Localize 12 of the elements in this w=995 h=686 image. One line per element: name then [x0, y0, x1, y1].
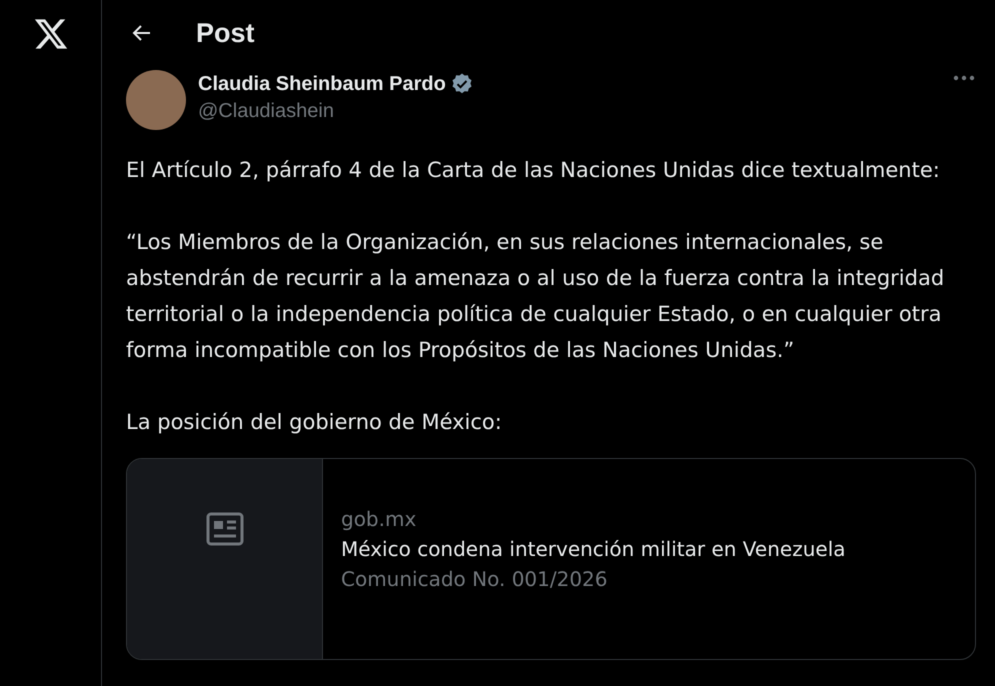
post-paragraph: La posición del gobierno de México: [126, 409, 503, 436]
page-title: Post [196, 18, 255, 48]
author-handle[interactable]: @Claudiashein [198, 100, 940, 123]
post-paragraph: El Artículo 2, párrafo 4 de la Carta de las Naciones Unidas dice textualmente: [126, 157, 941, 184]
post-paragraph: “Los Miembros de la Organización, en sus relaciones internacionales, se abstendrán de recurrir a la amenaza o al uso de la fuerza contra la integridad territorial o la independencia política de cualquier Estado, o en cualquier otra forma incompatible con los Propósitos de las Naciones Unidas.” [126, 229, 946, 364]
more-icon [952, 74, 976, 82]
link-domain: gob.mx [341, 507, 418, 531]
link-card[interactable]: gob.mx México condena intervención militar en Venezuela Comunicado No. 001/2026 [126, 458, 976, 660]
link-title: México condena intervención militar en Venezuela [341, 537, 846, 561]
link-description: Comunicado No. 001/2026 [341, 567, 609, 591]
article-icon [206, 512, 244, 546]
author-name[interactable]: Claudia Sheinbaum Pardo [198, 72, 446, 96]
